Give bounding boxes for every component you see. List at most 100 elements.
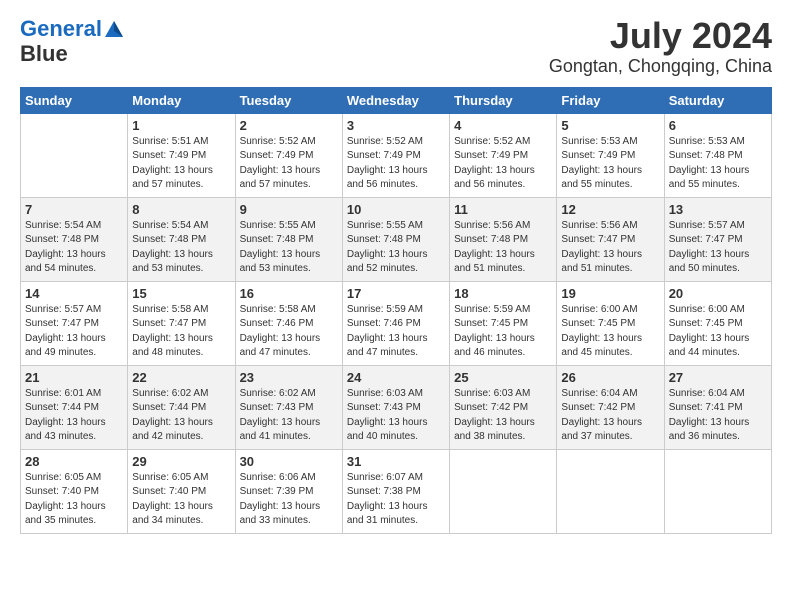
col-monday: Monday <box>128 87 235 113</box>
calendar-week-5: 28 Sunrise: 6:05 AMSunset: 7:40 PMDayligh… <box>21 449 772 533</box>
day-info: Sunrise: 6:03 AMSunset: 7:43 PMDaylight:… <box>347 387 445 445</box>
calendar-cell: 7Sunrise: 5:54 AMSunset: 7:48 PMDaylight… <box>21 197 128 281</box>
calendar-cell <box>21 113 128 197</box>
day-number: 3 <box>347 118 445 133</box>
calendar-cell: 24 Sunrise: 6:03 AMSunset: 7:43 PMDayligh… <box>342 365 449 449</box>
col-wednesday: Wednesday <box>342 87 449 113</box>
day-number: 6 <box>669 118 767 133</box>
day-number: 5 <box>561 118 659 133</box>
calendar-cell: 28 Sunrise: 6:05 AMSunset: 7:40 PMDayligh… <box>21 449 128 533</box>
col-sunday: Sunday <box>21 87 128 113</box>
calendar-cell: 5 Sunrise: 5:53 AMSunset: 7:49 PMDaylight… <box>557 113 664 197</box>
day-info: Sunrise: 5:57 AMSunset: 7:47 PMDaylight:… <box>669 219 767 277</box>
calendar-cell: 27 Sunrise: 6:04 AMSunset: 7:41 PMDayligh… <box>664 365 771 449</box>
day-info: Sunrise: 5:56 AMSunset: 7:47 PMDaylight:… <box>561 219 659 277</box>
col-thursday: Thursday <box>450 87 557 113</box>
day-info: Sunrise: 5:58 AMSunset: 7:47 PMDaylight:… <box>132 303 230 361</box>
day-number: 17 <box>347 286 445 301</box>
day-info: Sunrise: 6:04 AMSunset: 7:42 PMDaylight:… <box>561 387 659 445</box>
calendar-cell: 11 Sunrise: 5:56 AMSunset: 7:48 PMDayligh… <box>450 197 557 281</box>
main-container: General Blue July 2024 Gongtan, Chongqin… <box>0 0 792 544</box>
calendar-cell: 16Sunrise: 5:58 AMSunset: 7:46 PMDayligh… <box>235 281 342 365</box>
day-number: 12 <box>561 202 659 217</box>
day-number: 26 <box>561 370 659 385</box>
day-info: Sunrise: 5:57 AMSunset: 7:47 PMDaylight:… <box>25 303 123 361</box>
day-number: 4 <box>454 118 552 133</box>
day-number: 2 <box>240 118 338 133</box>
day-info: Sunrise: 6:02 AMSunset: 7:43 PMDaylight:… <box>240 387 338 445</box>
day-info: Sunrise: 6:05 AMSunset: 7:40 PMDaylight:… <box>132 471 230 529</box>
calendar-cell: 26 Sunrise: 6:04 AMSunset: 7:42 PMDayligh… <box>557 365 664 449</box>
calendar-title: July 2024 <box>549 16 772 56</box>
day-info: Sunrise: 6:01 AMSunset: 7:44 PMDaylight:… <box>25 387 123 445</box>
calendar-cell: 14 Sunrise: 5:57 AMSunset: 7:47 PMDayligh… <box>21 281 128 365</box>
calendar-cell: 25 Sunrise: 6:03 AMSunset: 7:42 PMDayligh… <box>450 365 557 449</box>
day-info: Sunrise: 6:00 AMSunset: 7:45 PMDaylight:… <box>561 303 659 361</box>
calendar-week-3: 14 Sunrise: 5:57 AMSunset: 7:47 PMDayligh… <box>21 281 772 365</box>
calendar-cell: 29 Sunrise: 6:05 AMSunset: 7:40 PMDayligh… <box>128 449 235 533</box>
day-number: 21 <box>25 370 123 385</box>
calendar-cell: 20 Sunrise: 6:00 AMSunset: 7:45 PMDayligh… <box>664 281 771 365</box>
day-number: 13 <box>669 202 767 217</box>
logo: General Blue <box>20 16 125 67</box>
day-info: Sunrise: 5:53 AMSunset: 7:48 PMDaylight:… <box>669 135 767 193</box>
day-number: 8 <box>132 202 230 217</box>
calendar-week-4: 21 Sunrise: 6:01 AMSunset: 7:44 PMDayligh… <box>21 365 772 449</box>
calendar-cell: 10 Sunrise: 5:55 AMSunset: 7:48 PMDayligh… <box>342 197 449 281</box>
day-number: 7 <box>25 202 123 217</box>
title-block: July 2024 Gongtan, Chongqing, China <box>549 16 772 77</box>
logo-icon <box>103 19 125 41</box>
calendar-cell: 4Sunrise: 5:52 AMSunset: 7:49 PMDaylight… <box>450 113 557 197</box>
day-info: Sunrise: 5:55 AMSunset: 7:48 PMDaylight:… <box>347 219 445 277</box>
day-number: 9 <box>240 202 338 217</box>
day-number: 11 <box>454 202 552 217</box>
logo-text: General <box>20 16 125 41</box>
day-info: Sunrise: 6:06 AMSunset: 7:39 PMDaylight:… <box>240 471 338 529</box>
day-number: 22 <box>132 370 230 385</box>
calendar-cell: 22Sunrise: 6:02 AMSunset: 7:44 PMDayligh… <box>128 365 235 449</box>
day-info: Sunrise: 5:59 AMSunset: 7:45 PMDaylight:… <box>454 303 552 361</box>
calendar-cell <box>557 449 664 533</box>
day-number: 29 <box>132 454 230 469</box>
calendar-header-row: Sunday Monday Tuesday Wednesday Thursday… <box>21 87 772 113</box>
day-info: Sunrise: 5:56 AMSunset: 7:48 PMDaylight:… <box>454 219 552 277</box>
calendar-cell: 13 Sunrise: 5:57 AMSunset: 7:47 PMDayligh… <box>664 197 771 281</box>
calendar-cell: 9 Sunrise: 5:55 AMSunset: 7:48 PMDaylight… <box>235 197 342 281</box>
calendar-table: Sunday Monday Tuesday Wednesday Thursday… <box>20 87 772 534</box>
day-number: 23 <box>240 370 338 385</box>
day-number: 14 <box>25 286 123 301</box>
day-number: 1 <box>132 118 230 133</box>
col-tuesday: Tuesday <box>235 87 342 113</box>
day-info: Sunrise: 6:05 AMSunset: 7:40 PMDaylight:… <box>25 471 123 529</box>
calendar-cell: 30 Sunrise: 6:06 AMSunset: 7:39 PMDayligh… <box>235 449 342 533</box>
calendar-cell: 3 Sunrise: 5:52 AMSunset: 7:49 PMDaylight… <box>342 113 449 197</box>
day-number: 20 <box>669 286 767 301</box>
day-info: Sunrise: 5:58 AMSunset: 7:46 PMDaylight:… <box>240 303 338 361</box>
calendar-cell: 8 Sunrise: 5:54 AMSunset: 7:48 PMDaylight… <box>128 197 235 281</box>
day-number: 28 <box>25 454 123 469</box>
day-info: Sunrise: 6:00 AMSunset: 7:45 PMDaylight:… <box>669 303 767 361</box>
day-info: Sunrise: 6:03 AMSunset: 7:42 PMDaylight:… <box>454 387 552 445</box>
calendar-cell: 17 Sunrise: 5:59 AMSunset: 7:46 PMDayligh… <box>342 281 449 365</box>
day-number: 10 <box>347 202 445 217</box>
day-info: Sunrise: 5:52 AMSunset: 7:49 PMDaylight:… <box>240 135 338 193</box>
day-number: 24 <box>347 370 445 385</box>
calendar-cell: 21 Sunrise: 6:01 AMSunset: 7:44 PMDayligh… <box>21 365 128 449</box>
day-info: Sunrise: 5:53 AMSunset: 7:49 PMDaylight:… <box>561 135 659 193</box>
day-info: Sunrise: 5:55 AMSunset: 7:48 PMDaylight:… <box>240 219 338 277</box>
calendar-cell: 2 Sunrise: 5:52 AMSunset: 7:49 PMDaylight… <box>235 113 342 197</box>
day-number: 30 <box>240 454 338 469</box>
calendar-cell: 6 Sunrise: 5:53 AMSunset: 7:48 PMDaylight… <box>664 113 771 197</box>
day-number: 27 <box>669 370 767 385</box>
day-info: Sunrise: 5:51 AMSunset: 7:49 PMDaylight:… <box>132 135 230 193</box>
day-number: 25 <box>454 370 552 385</box>
calendar-subtitle: Gongtan, Chongqing, China <box>549 56 772 77</box>
day-info: Sunrise: 5:54 AMSunset: 7:48 PMDaylight:… <box>132 219 230 277</box>
day-info: Sunrise: 5:59 AMSunset: 7:46 PMDaylight:… <box>347 303 445 361</box>
calendar-cell <box>450 449 557 533</box>
calendar-cell: 12 Sunrise: 5:56 AMSunset: 7:47 PMDayligh… <box>557 197 664 281</box>
calendar-week-2: 7 Sunrise: 5:54 AMSunset: 7:48 PMDaylight… <box>21 197 772 281</box>
calendar-cell: 18Sunrise: 5:59 AMSunset: 7:45 PMDayligh… <box>450 281 557 365</box>
day-info: Sunrise: 6:04 AMSunset: 7:41 PMDaylight:… <box>669 387 767 445</box>
day-info: Sunrise: 5:52 AMSunset: 7:49 PMDaylight:… <box>347 135 445 193</box>
